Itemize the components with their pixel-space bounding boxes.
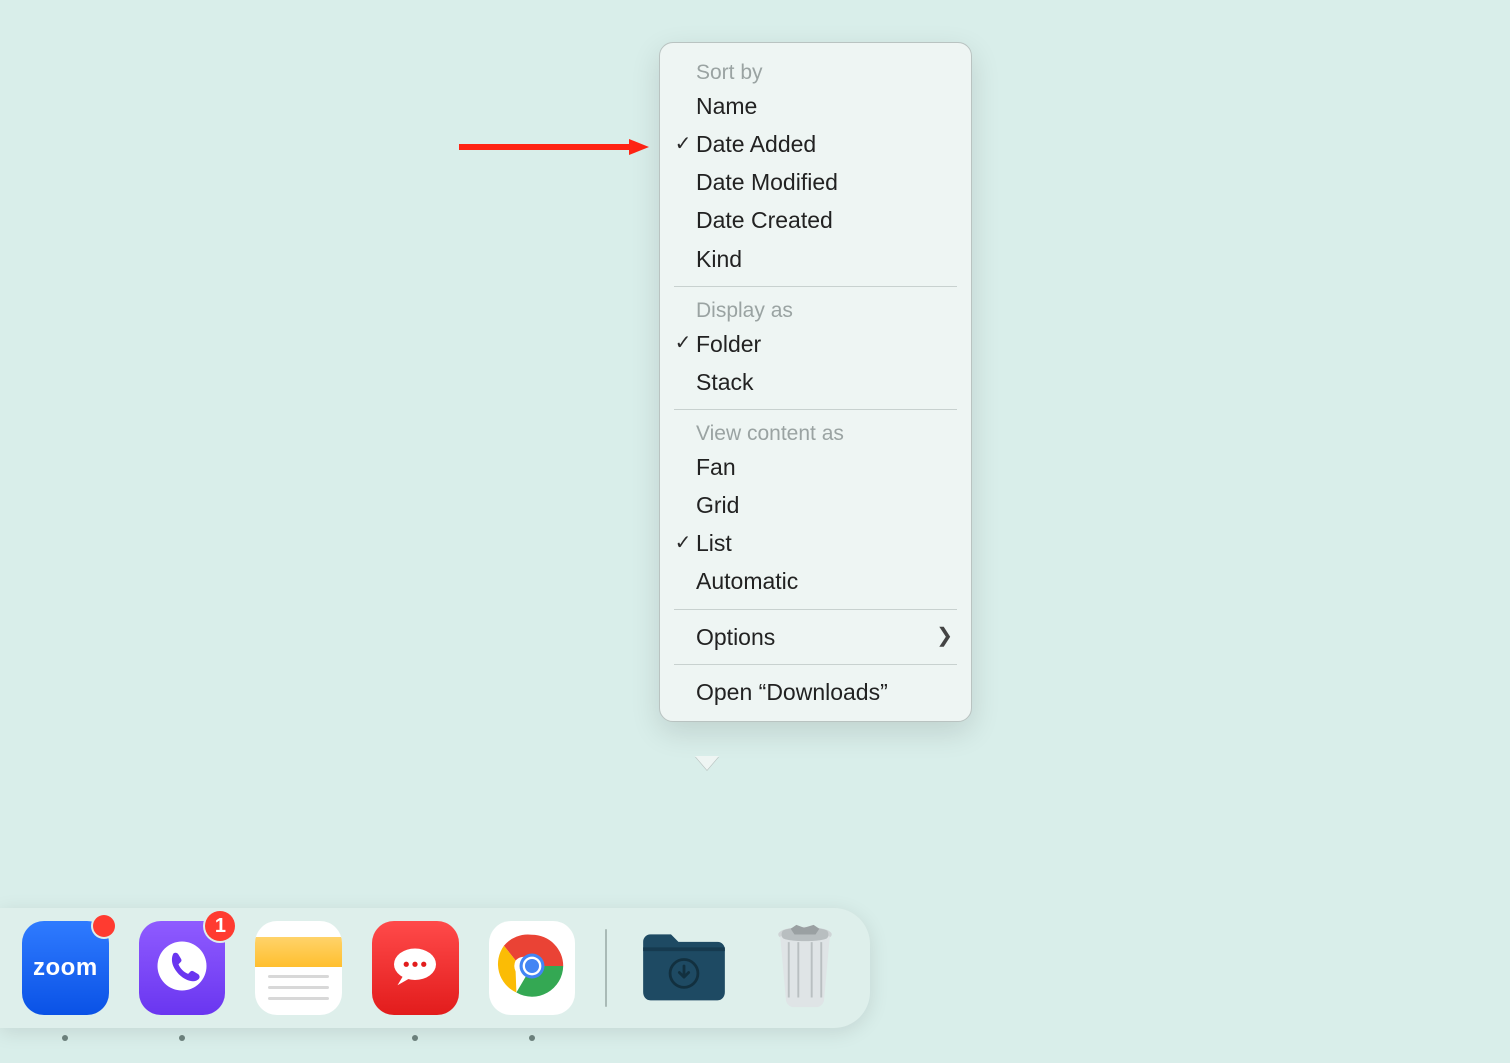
menu-separator [674, 609, 957, 610]
dock-trash[interactable] [761, 921, 848, 1015]
menu-item-open-downloads[interactable]: Open “Downloads” [660, 673, 971, 711]
dock-app-chrome[interactable] [489, 921, 576, 1015]
notification-badge [93, 915, 115, 937]
menu-item-view-automatic[interactable]: Automatic [660, 562, 971, 600]
notes-icon [255, 937, 342, 967]
menu-item-sort-date-created[interactable]: Date Created [660, 201, 971, 239]
dock-app-zoom[interactable]: zoom [22, 921, 109, 1015]
dock-app-rocketchat[interactable] [372, 921, 459, 1015]
notification-badge: 1 [205, 911, 235, 941]
menu-item-display-stack[interactable]: Stack [660, 363, 971, 401]
running-indicator [179, 1035, 185, 1041]
menu-section-viewas-label: View content as [660, 418, 971, 448]
dock: zoom 1 [0, 908, 870, 1028]
dock-divider [605, 929, 607, 1007]
menu-separator [674, 409, 957, 410]
chevron-right-icon: ❯ [936, 626, 953, 647]
trash-full-icon [770, 923, 840, 1014]
menu-item-options[interactable]: Options❯ [660, 618, 971, 656]
menu-item-sort-date-added[interactable]: ✓Date Added [660, 125, 971, 163]
menu-item-sort-name[interactable]: Name [660, 87, 971, 125]
menu-pointer [695, 756, 719, 770]
phone-icon [154, 938, 210, 999]
menu-item-sort-date-modified[interactable]: Date Modified [660, 163, 971, 201]
menu-item-view-list[interactable]: ✓List [660, 524, 971, 562]
menu-item-view-grid[interactable]: Grid [660, 486, 971, 524]
dock-app-viber[interactable]: 1 [139, 921, 226, 1015]
running-indicator [529, 1035, 535, 1041]
dock-stack-context-menu: Sort by Name ✓Date Added Date Modified D… [659, 42, 972, 722]
menu-separator [674, 286, 957, 287]
chat-icon [387, 938, 443, 999]
dock-app-notes[interactable] [255, 921, 342, 1015]
zoom-icon: zoom [33, 954, 98, 982]
running-indicator [412, 1035, 418, 1041]
chrome-icon [493, 927, 571, 1010]
check-icon: ✓ [670, 533, 696, 554]
menu-section-sortby-label: Sort by [660, 57, 971, 87]
menu-section-displayas-label: Display as [660, 295, 971, 325]
menu-separator [674, 664, 957, 665]
running-indicator [62, 1035, 68, 1041]
menu-item-display-folder[interactable]: ✓Folder [660, 325, 971, 363]
annotation-arrow [459, 139, 649, 155]
menu-item-sort-kind[interactable]: Kind [660, 240, 971, 278]
menu-item-view-fan[interactable]: Fan [660, 448, 971, 486]
check-icon: ✓ [670, 134, 696, 155]
downloads-folder-icon [637, 927, 731, 1010]
check-icon: ✓ [670, 333, 696, 354]
dock-stack-downloads[interactable] [637, 921, 731, 1015]
